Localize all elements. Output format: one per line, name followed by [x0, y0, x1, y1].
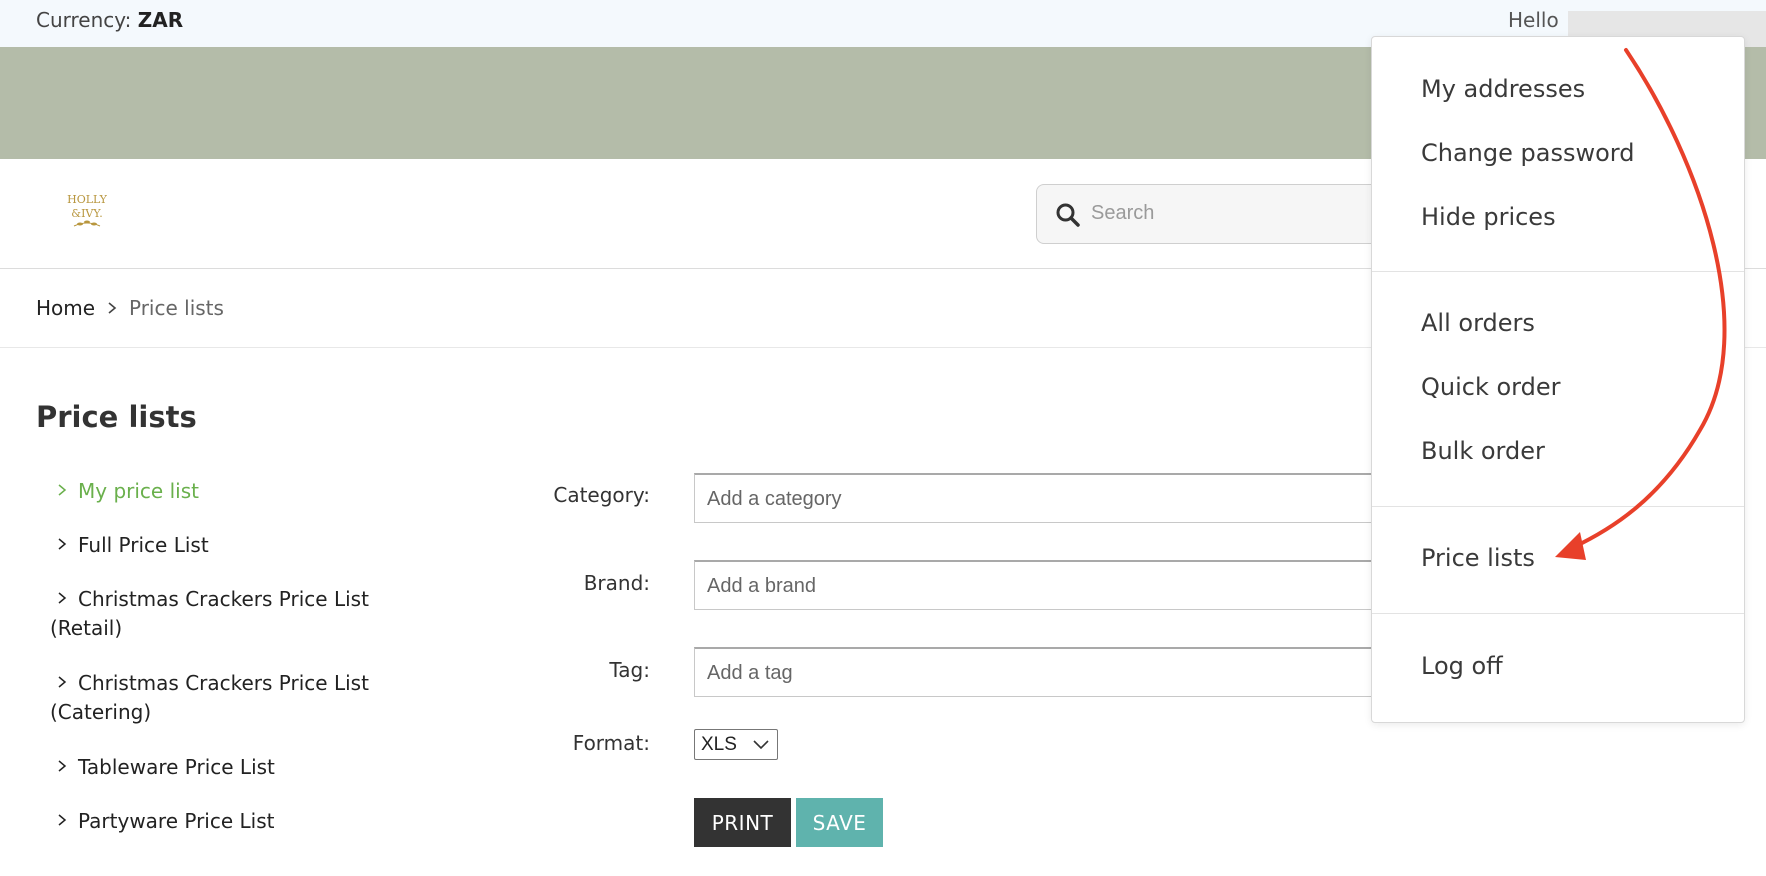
- search-box[interactable]: Search: [1036, 184, 1396, 244]
- chevron-right-icon: [58, 484, 67, 496]
- menu-divider: [1372, 613, 1744, 614]
- menu-item-all-orders[interactable]: All orders: [1421, 309, 1535, 337]
- print-button[interactable]: PRINT: [694, 798, 791, 847]
- brand-label: Brand:: [583, 571, 650, 595]
- account-dropdown-menu: My addresses Change password Hide prices…: [1371, 36, 1745, 723]
- price-list-item-crackers-catering[interactable]: Christmas Crackers Price List (Catering): [50, 669, 430, 729]
- price-list-label: Christmas Crackers Price List: [78, 587, 369, 611]
- tag-placeholder: Add a tag: [707, 662, 793, 684]
- price-list-label-line2: (Catering): [50, 700, 152, 724]
- menu-divider: [1372, 506, 1744, 507]
- price-list-label-line2: (Retail): [50, 616, 123, 640]
- format-value: XLS: [701, 734, 737, 755]
- format-label: Format:: [572, 731, 650, 755]
- hello-greeting[interactable]: Hello: [1508, 8, 1559, 32]
- chevron-right-icon: [58, 676, 67, 688]
- breadcrumb-home[interactable]: Home: [36, 296, 95, 320]
- chevron-right-icon: [58, 538, 67, 550]
- currency-label: Currency:: [36, 8, 132, 32]
- chevron-right-icon: [58, 814, 67, 826]
- category-placeholder: Add a category: [707, 488, 842, 510]
- breadcrumb-current: Price lists: [129, 296, 224, 320]
- price-list-item-crackers-retail[interactable]: Christmas Crackers Price List (Retail): [50, 585, 430, 645]
- price-list-label: Christmas Crackers Price List: [78, 671, 369, 695]
- currency-value: ZAR: [137, 8, 184, 32]
- menu-divider: [1372, 271, 1744, 272]
- logo-text-bottom: &IVY.: [71, 207, 102, 220]
- category-label: Category:: [553, 483, 650, 507]
- price-list-item-partyware[interactable]: Partyware Price List: [50, 807, 430, 837]
- menu-item-change-password[interactable]: Change password: [1421, 139, 1634, 167]
- brand-placeholder: Add a brand: [707, 575, 816, 597]
- chevron-right-icon: [58, 592, 67, 604]
- menu-item-my-addresses[interactable]: My addresses: [1421, 75, 1585, 103]
- search-input[interactable]: Search: [1091, 202, 1154, 225]
- chevron-right-icon: [108, 302, 117, 314]
- menu-item-hide-prices[interactable]: Hide prices: [1421, 203, 1556, 231]
- search-icon: [1056, 203, 1080, 227]
- chevron-right-icon: [58, 760, 67, 772]
- price-list-label: Full Price List: [78, 533, 209, 557]
- logo-text-top: HOLLY: [67, 193, 108, 206]
- price-list-item-full[interactable]: Full Price List: [50, 531, 430, 561]
- menu-item-quick-order[interactable]: Quick order: [1421, 373, 1561, 401]
- chevron-down-icon: [753, 740, 769, 750]
- menu-item-bulk-order[interactable]: Bulk order: [1421, 437, 1545, 465]
- price-list-item-my-price-list[interactable]: My price list: [50, 477, 430, 507]
- price-list-label: Partyware Price List: [78, 809, 275, 833]
- menu-item-price-lists[interactable]: Price lists: [1421, 544, 1535, 572]
- price-list-label: My price list: [78, 479, 199, 503]
- menu-item-log-off[interactable]: Log off: [1421, 652, 1503, 680]
- save-button[interactable]: SAVE: [796, 798, 883, 847]
- holly-ivy-logo[interactable]: HOLLY &IVY.: [56, 190, 118, 236]
- price-list-label: Tableware Price List: [78, 755, 275, 779]
- page-title: Price lists: [36, 400, 197, 434]
- format-select[interactable]: XLS: [694, 729, 778, 760]
- price-list-item-tableware[interactable]: Tableware Price List: [50, 753, 430, 783]
- currency-indicator[interactable]: Currency: ZAR: [36, 8, 183, 32]
- tag-label: Tag:: [609, 658, 650, 682]
